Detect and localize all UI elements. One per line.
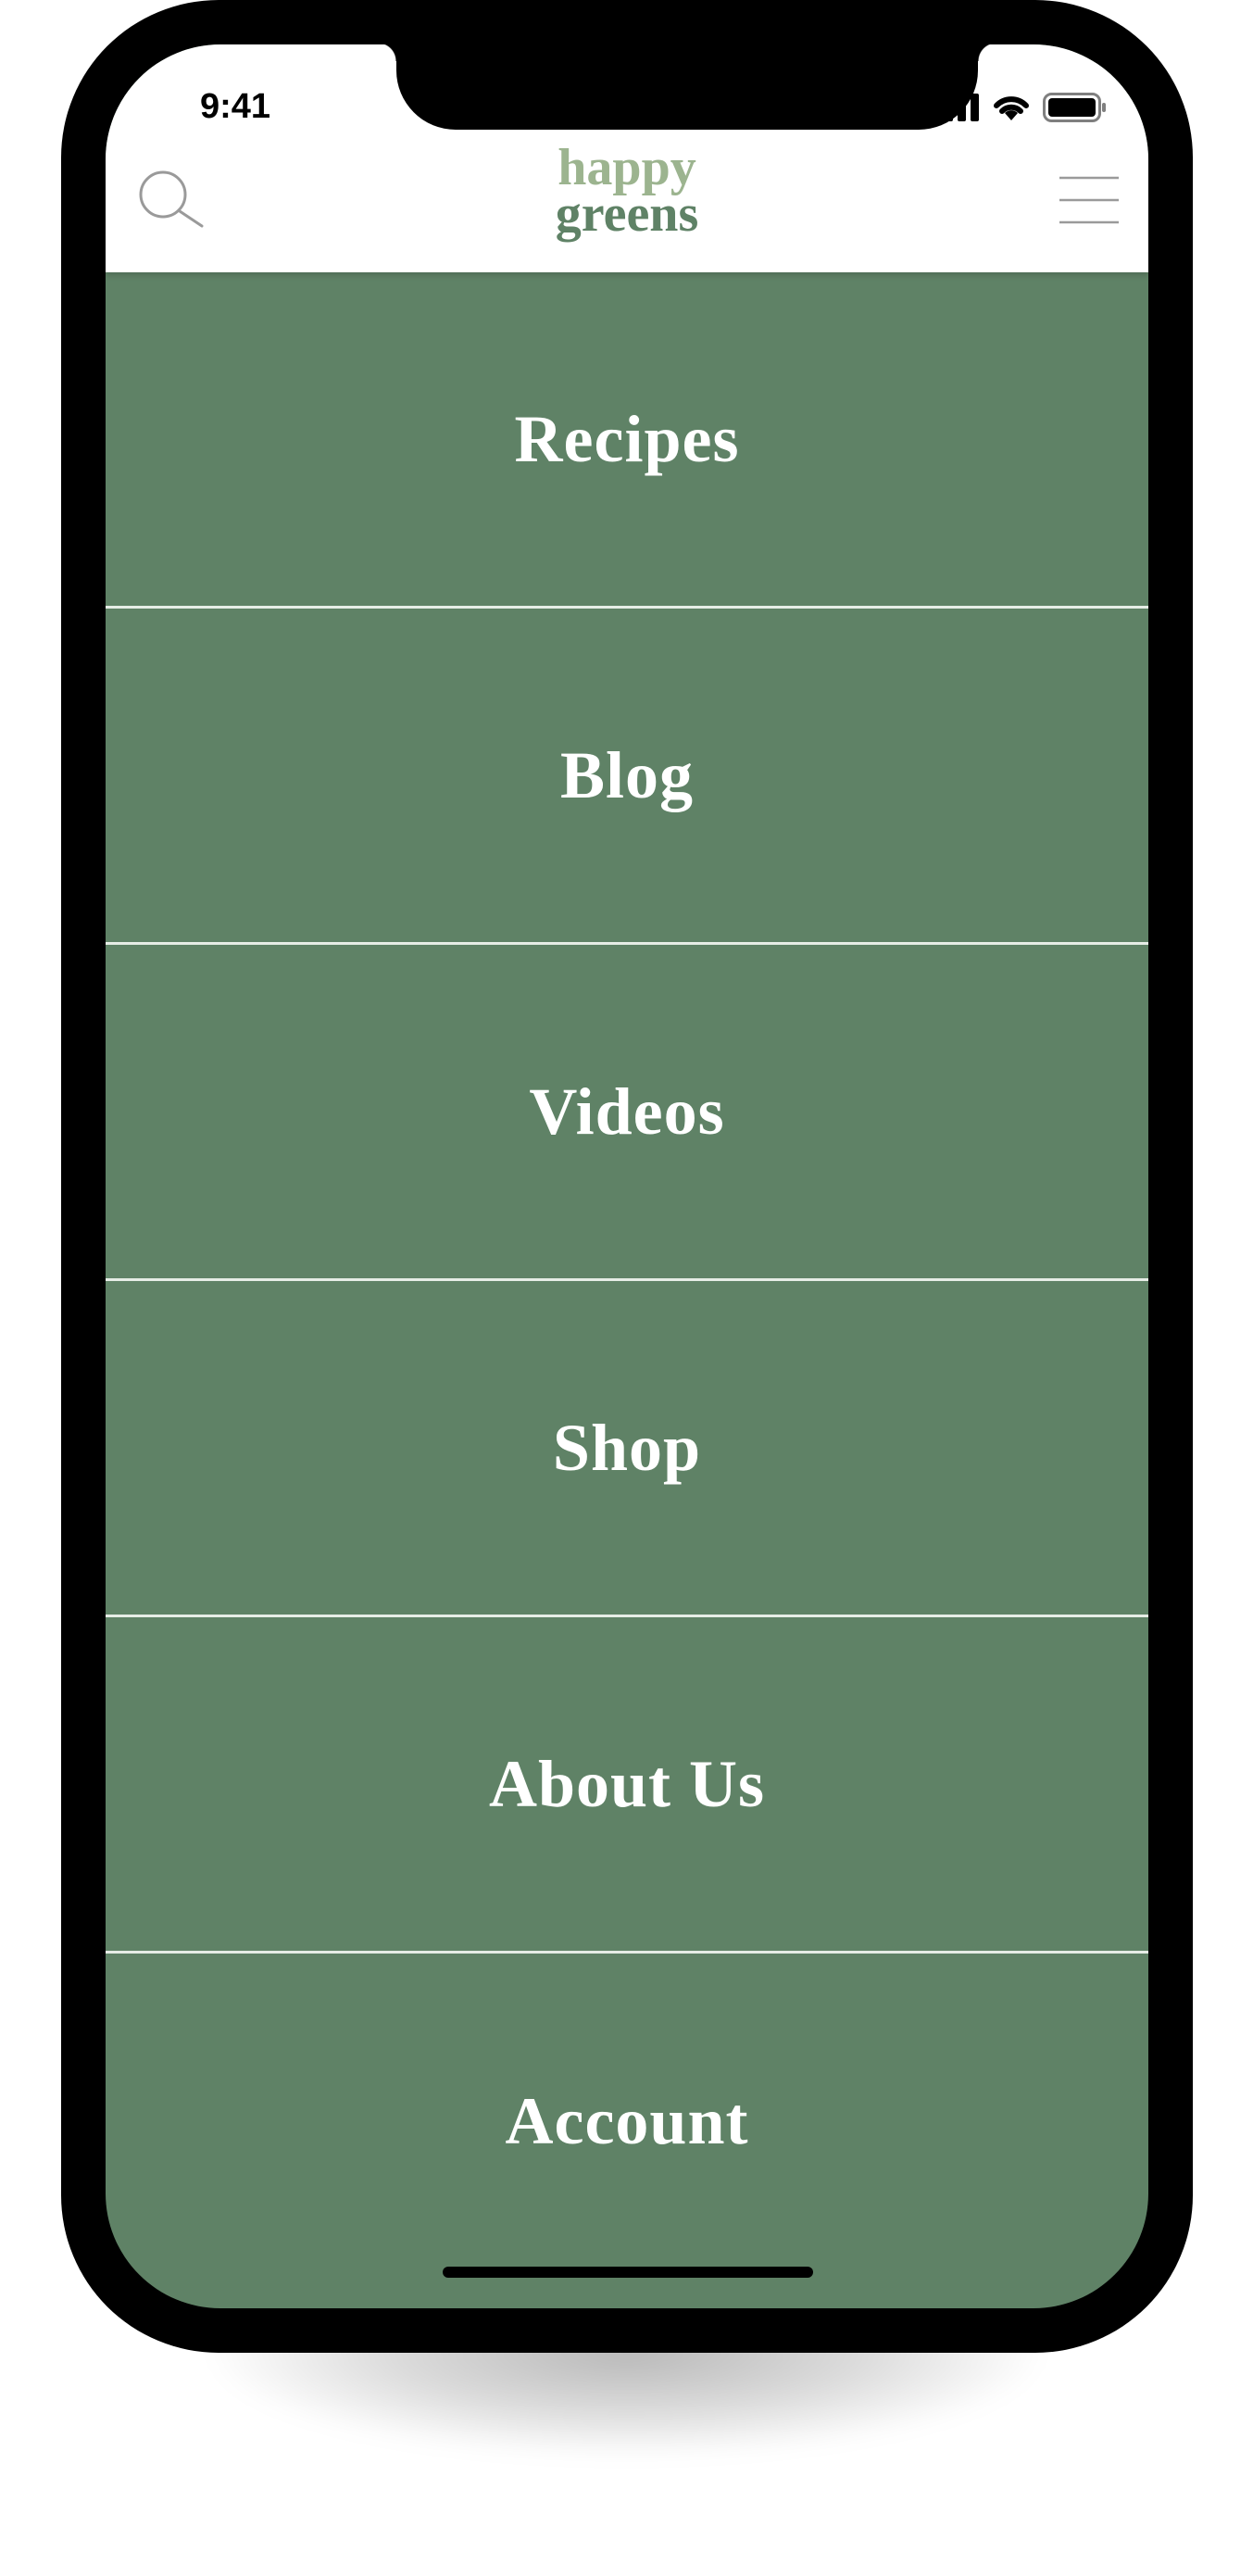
- menu-item-label: Blog: [559, 737, 695, 812]
- cellular-signal-icon: [932, 94, 979, 121]
- notch: [378, 44, 996, 130]
- menu-item-label: About Us: [488, 1746, 766, 1821]
- menu-button[interactable]: [1052, 165, 1126, 239]
- wifi-icon: [994, 96, 1029, 120]
- menu-item-about-us[interactable]: About Us: [106, 1617, 1148, 1954]
- app-stage: 9:41 happy greens Recipes Blog Videos Sh…: [0, 0, 1253, 2576]
- menu-item-label: Account: [505, 2084, 749, 2158]
- menu-item-label: Shop: [552, 1410, 702, 1485]
- phone-frame: 9:41 happy greens Recipes Blog Videos Sh…: [61, 0, 1193, 2353]
- menu-item-blog[interactable]: Blog: [106, 609, 1148, 945]
- brand-line-1: happy: [558, 139, 696, 196]
- hamburger-menu-icon: [1059, 176, 1119, 224]
- status-icons: [932, 91, 1108, 124]
- home-indicator[interactable]: [443, 2267, 813, 2278]
- search-button[interactable]: [133, 165, 207, 239]
- menu-item-label: Recipes: [514, 401, 740, 476]
- menu-item-label: Videos: [529, 1074, 725, 1149]
- brand-logo[interactable]: happy greens: [442, 139, 812, 243]
- menu-item-account[interactable]: Account: [106, 1954, 1148, 2290]
- status-time: 9:41: [200, 87, 271, 126]
- phone-screen: 9:41 happy greens Recipes Blog Videos Sh…: [106, 44, 1148, 2308]
- search-icon: [139, 170, 204, 228]
- menu-item-videos[interactable]: Videos: [106, 945, 1148, 1281]
- menu-item-shop[interactable]: Shop: [106, 1281, 1148, 1617]
- menu-item-recipes[interactable]: Recipes: [106, 272, 1148, 609]
- navigation-menu: Recipes Blog Videos Shop About Us Accoun…: [106, 272, 1148, 2290]
- battery-icon: [1043, 93, 1106, 122]
- brand-line-2: greens: [555, 185, 699, 243]
